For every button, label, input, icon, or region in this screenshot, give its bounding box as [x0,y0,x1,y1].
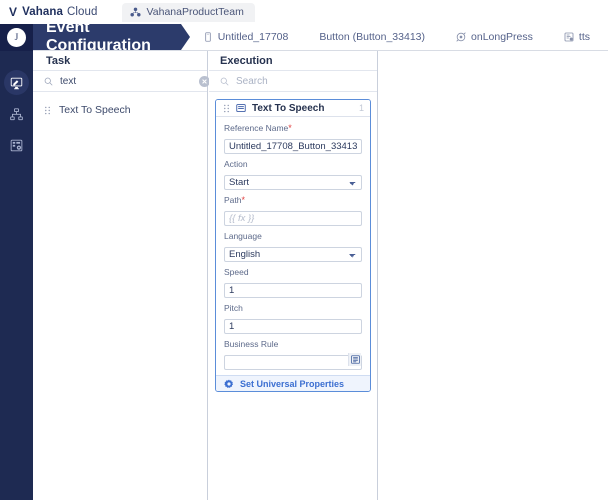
design-board-icon [10,77,23,90]
top-bar: V Vahana Cloud VahanaProductTeam [0,0,608,24]
path-input[interactable] [224,211,362,226]
team-tab[interactable]: VahanaProductTeam [121,2,255,22]
app-root: V Vahana Cloud VahanaProductTeam J Event… [0,0,608,500]
task-list-item[interactable]: Text To Speech [33,101,207,119]
breadcrumb-item-onlongpress[interactable]: onLongPress [443,24,549,50]
drag-handle-icon[interactable] [44,106,51,115]
breadcrumb-item-button[interactable]: Button (Button_33413) [306,24,441,50]
drag-handle-icon[interactable] [223,104,230,113]
task-panel: Task Text To Speech [33,51,210,500]
search-icon [44,77,53,86]
field-label: Action [224,159,248,169]
field-label-text: Reference Name [224,123,289,133]
field-speed: Speed [224,267,362,298]
rule-list-icon [350,355,360,364]
rail-item-list [0,51,33,161]
breadcrumb-label: Button (Button_33413) [319,31,426,43]
breadcrumb-label: tts [578,31,590,43]
field-label: Path* [224,195,362,206]
breadcrumb-item-untitled[interactable]: Untitled_17708 [190,24,305,50]
field-action: Action [224,159,362,190]
rail-item-settings[interactable] [0,130,33,161]
breadcrumb-separator [294,24,305,50]
field-business-rule: Business Rule [224,339,362,370]
event-target-icon [456,32,466,42]
business-rule-wrap [224,352,362,370]
language-select[interactable] [224,247,362,262]
settings-grid-icon [10,139,23,152]
left-rail: J [0,24,33,500]
business-rule-input[interactable] [224,355,362,370]
text-to-speech-card: Text To Speech 1 Reference Name* Action [215,99,371,392]
set-universal-properties-label: Set Universal Properties [240,378,345,389]
execution-panel: Execution Search Text To Speech 1 Refere… [209,51,378,500]
card-index-number: 1 [358,103,364,113]
breadcrumb-label: Untitled_17708 [217,31,289,43]
field-label-text: Path [224,195,242,205]
breadcrumb-separator [431,24,442,50]
rail-item-workflow[interactable] [0,99,33,130]
task-search-input[interactable] [60,75,192,87]
breadcrumb-separator [538,24,549,50]
brand-name: Vahana [22,6,63,18]
field-label: Speed [224,267,249,277]
field-label: Language [224,231,262,241]
field-label: Reference Name* [224,123,362,134]
business-rule-picker-button[interactable] [348,353,361,366]
breadcrumb-label: onLongPress [471,31,533,43]
card-title: Text To Speech [252,102,325,114]
execution-panel-title: Execution [209,51,377,71]
brand-mark: V [9,5,18,19]
required-marker: * [241,195,246,205]
card-header[interactable]: Text To Speech 1 [216,100,370,117]
pitch-input[interactable] [224,319,362,334]
team-tab-label: VahanaProductTeam [146,6,244,18]
team-group-icon [130,7,141,16]
field-reference-name: Reference Name* [224,123,362,154]
field-label: Pitch [224,303,243,313]
field-language: Language [224,231,362,262]
device-icon [204,32,211,42]
breadcrumb-label: Event Configuration [46,24,151,51]
action-select[interactable] [224,175,362,190]
card-form: Reference Name* Action Path* [216,117,370,370]
reference-name-input[interactable] [224,139,362,154]
brand-logo: V Vahana Cloud [9,5,98,19]
gear-icon [224,379,234,388]
avatar-container[interactable]: J [0,24,33,51]
brand-suffix: Cloud [66,6,98,18]
breadcrumb-separator [596,24,606,50]
set-universal-properties-button[interactable]: Set Universal Properties [216,375,370,391]
task-list-item-label: Text To Speech [59,104,131,116]
field-path: Path* [224,195,362,226]
task-list: Text To Speech [33,92,207,119]
clear-circle-icon [202,78,207,84]
field-label: Business Rule [224,339,279,349]
speed-input[interactable] [224,283,362,298]
workflow-nodes-icon [10,108,23,121]
execution-search-row [209,71,377,92]
execution-card-area: Text To Speech 1 Reference Name* Action [209,92,377,392]
right-panel [379,51,608,500]
task-panel-title: Task [33,51,207,71]
task-search-row [33,71,210,92]
task-block-icon [236,104,246,112]
breadcrumb-item-event-configuration[interactable]: Event Configuration [33,24,190,51]
rail-item-design[interactable] [0,68,33,99]
required-marker: * [288,123,292,133]
script-icon [564,32,574,42]
execution-search-input[interactable] [236,75,369,87]
avatar[interactable]: J [7,28,26,47]
field-pitch: Pitch [224,303,362,334]
search-icon [220,77,229,86]
breadcrumb: Event Configuration Untitled_17708 Butto… [33,24,608,51]
